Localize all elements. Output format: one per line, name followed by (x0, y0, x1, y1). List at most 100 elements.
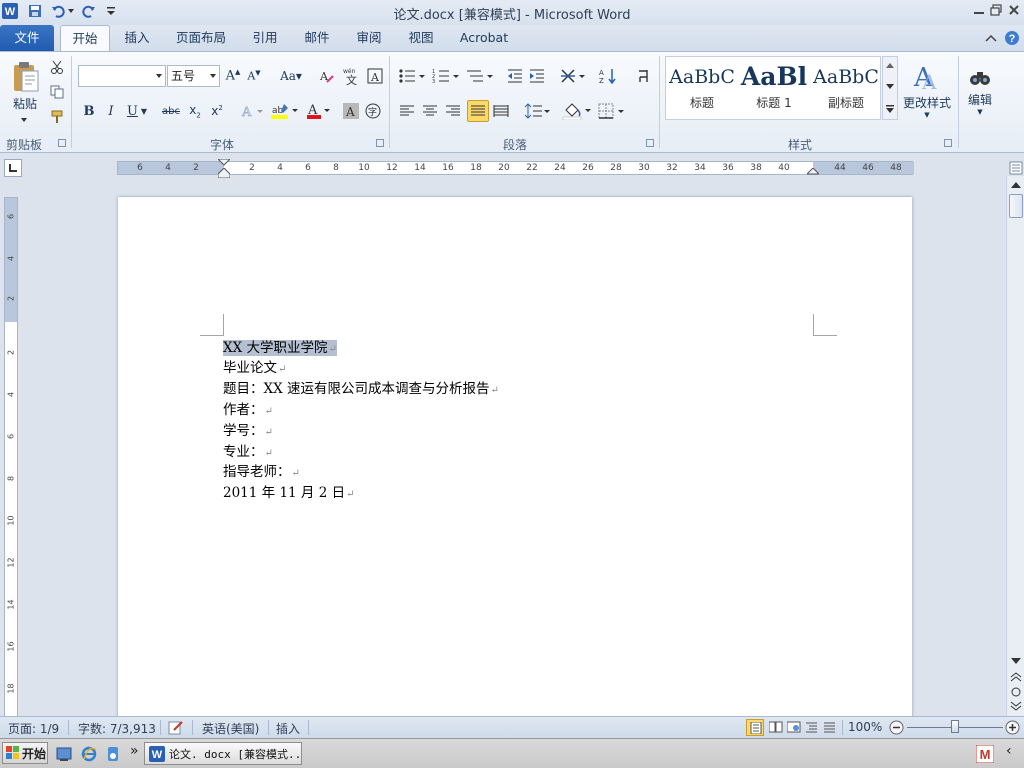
doc-line[interactable]: 作者：↵ (223, 400, 273, 422)
internet-explorer-icon[interactable] (81, 746, 97, 762)
change-styles-button[interactable]: AA 更改样式 ▼ (900, 56, 954, 124)
tab-review[interactable]: 审阅 (346, 25, 392, 51)
shrink-font-button[interactable]: A▼ (245, 66, 263, 86)
doc-line[interactable]: 指导老师：↵ (223, 462, 300, 484)
page-count[interactable]: 页面: 1/9 (8, 720, 59, 737)
paragraph-dialog-launcher[interactable] (646, 139, 654, 147)
tray-expand-icon[interactable]: ‹ (1006, 743, 1012, 759)
scroll-down-arrow-icon[interactable] (1011, 658, 1021, 664)
align-center-button[interactable] (421, 101, 439, 121)
vertical-scrollbar[interactable] (1006, 161, 1024, 717)
proofing-icon[interactable] (168, 720, 186, 736)
numbering-button[interactable]: 123 (432, 66, 462, 86)
style-heading-1[interactable]: AaBl 标题 1 (738, 60, 810, 118)
scroll-down-icon[interactable] (886, 84, 894, 89)
styles-dialog-launcher[interactable] (944, 139, 952, 147)
taskbar-word-item[interactable]: W 论文. docx [兼容模式... (144, 742, 302, 765)
media-player-icon[interactable] (105, 746, 121, 762)
doc-line[interactable]: 学号：↵ (223, 421, 273, 443)
style-title[interactable]: AaBbC 标题 (666, 60, 738, 118)
sort-button[interactable]: AZ (598, 66, 618, 86)
borders-button[interactable] (598, 101, 628, 121)
tab-references[interactable]: 引用 (242, 25, 288, 51)
scroll-up-icon[interactable] (886, 63, 894, 68)
superscript-button[interactable]: x2 (208, 101, 226, 121)
quick-launch-more-icon[interactable]: » (130, 743, 139, 759)
doc-line[interactable]: 题目：XX 速运有限公司成本调查与分析报告↵ (223, 379, 499, 401)
selected-text[interactable]: XX 大学职业学院↵ (223, 340, 337, 356)
horizontal-ruler[interactable]: 6 4 2 2 4 6 8 10 12 14 16 18 20 22 24 26 28 30 32 34 36 38 40 4… (117, 159, 914, 178)
font-dialog-launcher[interactable] (376, 139, 384, 147)
first-line-indent-marker[interactable] (218, 159, 230, 167)
vertical-ruler[interactable]: 6 4 2 2 4 6 8 10 12 14 16 18 (4, 197, 18, 717)
decrease-indent-button[interactable] (506, 66, 524, 86)
doc-line[interactable]: 专业：↵ (223, 442, 273, 464)
print-layout-view-button[interactable] (746, 719, 764, 736)
align-right-button[interactable] (444, 101, 462, 121)
chinese-layout-button[interactable] (560, 66, 588, 86)
clear-formatting-button[interactable]: A (318, 66, 336, 86)
increase-indent-button[interactable] (528, 66, 546, 86)
cut-icon[interactable] (50, 60, 64, 74)
clipboard-dialog-launcher[interactable] (58, 139, 66, 147)
enclose-characters-button[interactable]: 字 (364, 101, 382, 121)
italic-button[interactable]: I (102, 101, 120, 121)
copy-icon[interactable] (50, 85, 64, 99)
full-screen-reading-icon[interactable] (769, 721, 783, 733)
justify-button[interactable] (467, 100, 489, 122)
bullets-button[interactable] (398, 66, 428, 86)
zoom-level[interactable]: 100% (848, 720, 882, 734)
close-icon[interactable] (1008, 4, 1020, 16)
character-border-button[interactable]: A (366, 66, 384, 86)
show-hide-marks-button[interactable] (634, 66, 652, 86)
line-spacing-button[interactable] (524, 101, 552, 121)
text-effects-button[interactable]: A (240, 101, 266, 121)
zoom-slider-thumb[interactable] (951, 720, 959, 733)
tab-view[interactable]: 视图 (398, 25, 444, 51)
restore-icon[interactable] (990, 4, 1002, 16)
highlight-button[interactable]: ab (270, 101, 300, 121)
tab-home[interactable]: 开始 (60, 25, 110, 52)
minimize-icon[interactable] (973, 5, 985, 17)
character-shading-button[interactable]: A (342, 101, 360, 121)
underline-button[interactable]: U ▼ (124, 101, 150, 121)
style-subtitle[interactable]: AaBbC 副标题 (810, 60, 882, 118)
word-count[interactable]: 字数: 7/3,913 (78, 720, 156, 737)
bold-button[interactable]: B (80, 101, 98, 121)
insert-mode-indicator[interactable]: 插入 (276, 720, 300, 737)
editing-button[interactable]: 编辑 ▼ (962, 56, 998, 124)
outline-view-icon[interactable] (805, 721, 819, 733)
shading-button[interactable] (562, 101, 594, 121)
format-painter-icon[interactable] (50, 110, 64, 124)
font-size-combo[interactable]: 五号 (167, 65, 220, 87)
show-desktop-icon[interactable] (56, 746, 72, 762)
help-icon[interactable]: ? (1004, 30, 1020, 46)
tab-insert[interactable]: 插入 (114, 25, 160, 51)
scroll-up-arrow-icon[interactable] (1011, 182, 1021, 188)
draft-view-icon[interactable] (823, 721, 837, 733)
next-page-icon[interactable] (1010, 701, 1022, 711)
scroll-thumb[interactable] (1009, 194, 1023, 218)
subscript-button[interactable]: x2 (186, 101, 204, 121)
multilevel-list-button[interactable] (466, 66, 496, 86)
tab-page-layout[interactable]: 页面布局 (168, 25, 234, 51)
doc-line[interactable]: 毕业论文↵ (223, 358, 286, 380)
paste-dropdown-icon[interactable] (21, 118, 27, 122)
tab-acrobat[interactable]: Acrobat (452, 25, 516, 51)
distributed-button[interactable] (492, 101, 510, 121)
paste-button[interactable]: 粘贴 (6, 56, 44, 116)
change-case-button[interactable]: Aa▾ (279, 66, 303, 86)
web-layout-icon[interactable] (787, 721, 801, 733)
view-ruler-icon[interactable] (1009, 161, 1023, 175)
start-button[interactable]: 开始 (2, 742, 48, 764)
font-name-combo[interactable] (78, 65, 166, 87)
doc-line[interactable]: XX 大学职业学院↵ (223, 338, 337, 360)
align-left-button[interactable] (398, 101, 416, 121)
phonetic-guide-button[interactable]: wén 文 (342, 66, 362, 86)
tab-selector[interactable] (4, 159, 22, 177)
grow-font-button[interactable]: A▲ (224, 66, 242, 86)
browse-object-icon[interactable] (1010, 686, 1022, 698)
hanging-indent-marker[interactable] (218, 168, 230, 178)
font-color-button[interactable]: A (306, 101, 332, 121)
tray-app-icon[interactable]: M (976, 745, 994, 763)
